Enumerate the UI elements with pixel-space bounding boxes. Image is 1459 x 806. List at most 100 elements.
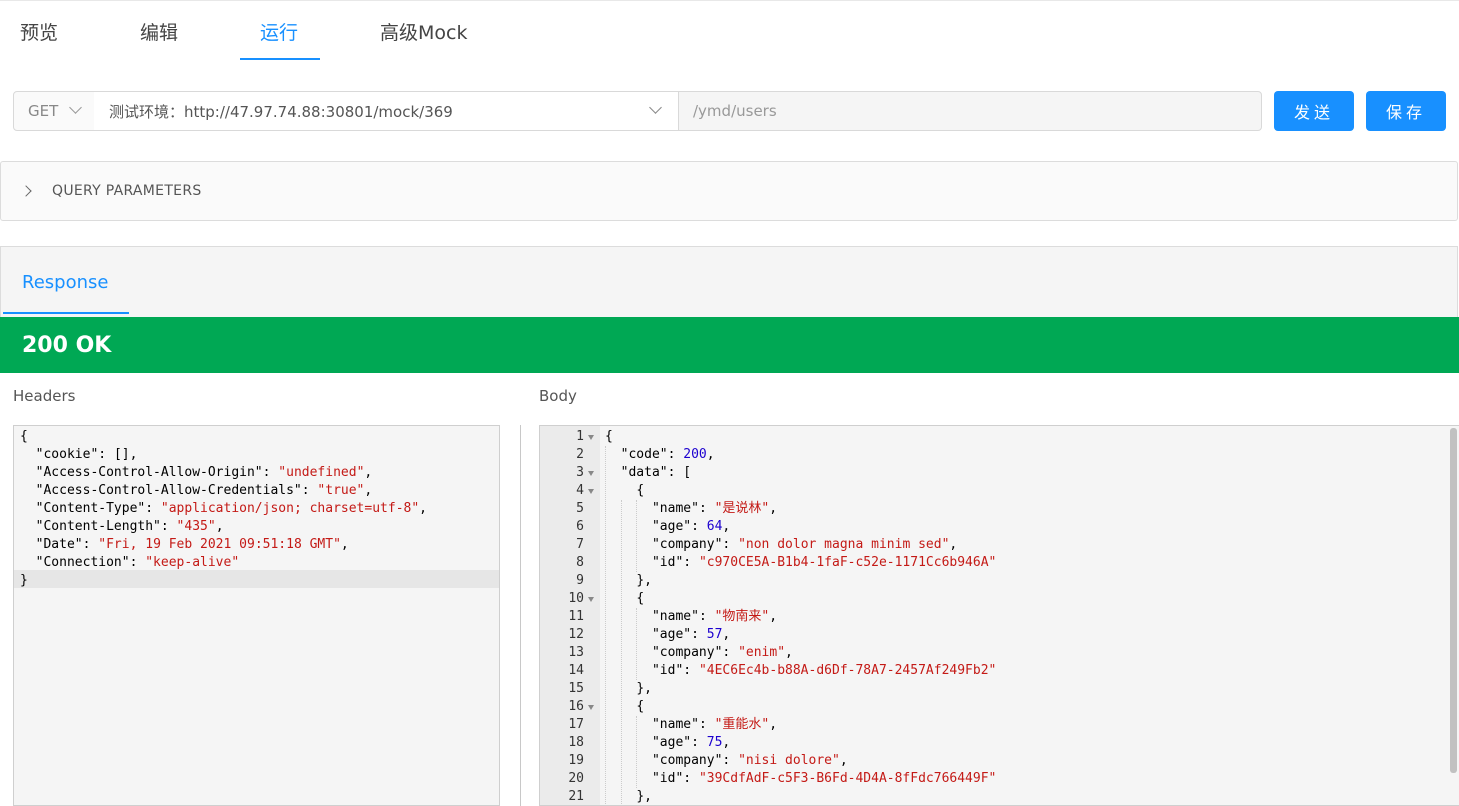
- code-line: "id": "39CdfAdF-c5F3-B6Fd-4D4A-8fFdc7664…: [651, 771, 997, 786]
- code-line: "data": [: [620, 465, 692, 480]
- json-value: "non dolor magna minim sed": [738, 537, 950, 552]
- code-line: "Content-Length": "435",: [35, 519, 224, 534]
- line-number: 19: [568, 753, 584, 768]
- save-button[interactable]: 保存: [1366, 91, 1446, 131]
- fold-arrow-icon[interactable]: [588, 705, 594, 710]
- json-key: "name": [651, 717, 699, 732]
- code-punct: ,: [419, 501, 427, 516]
- json-key: "Date": [35, 537, 83, 552]
- code-line: "id": "c970CE5A-B1b4-1faF-c52e-1171Cc6b9…: [651, 555, 997, 570]
- code-line: {: [605, 698, 996, 716]
- environment-select[interactable]: 测试环境：http://47.97.74.88:30801/mock/369: [94, 91, 679, 131]
- json-key: "Content-Type": [35, 501, 146, 516]
- json-key: "age": [651, 735, 692, 750]
- response-tab-indicator: [3, 312, 129, 314]
- line-number: 17: [568, 717, 584, 732]
- json-value: "keep-alive": [145, 555, 240, 570]
- line-number: 21: [568, 789, 584, 804]
- json-value: "39CdfAdF-c5F3-B6Fd-4D4A-8fFdc766449F": [698, 771, 997, 786]
- json-key: "age": [651, 627, 692, 642]
- body-code: { "code": 200, "data": [ { "name": "是说林"…: [605, 428, 997, 805]
- json-value: "是说林": [714, 501, 770, 516]
- line-number: 6: [576, 519, 584, 534]
- code-punct: },: [636, 789, 652, 804]
- code-line: },: [605, 572, 996, 590]
- line-number: 13: [568, 645, 584, 660]
- code-line: "company": "non dolor magna minim sed",: [651, 537, 958, 552]
- vertical-scrollbar[interactable]: [1450, 428, 1457, 773]
- line-number: 18: [568, 735, 584, 750]
- json-value: "物南来": [714, 609, 770, 624]
- line-number: 9: [576, 573, 584, 588]
- json-value: []: [113, 447, 130, 462]
- path-input[interactable]: /ymd/users: [678, 91, 1262, 131]
- code-punct: {: [20, 429, 28, 444]
- code-line: "id": "4EC6Ec4b-b88A-d6Df-78A7-2457Af249…: [651, 663, 997, 678]
- json-key: "name": [651, 501, 699, 516]
- line-number: 15: [568, 681, 584, 696]
- json-value: [: [683, 465, 692, 480]
- line-number: 10: [568, 591, 584, 606]
- tab-run[interactable]: 运行: [260, 18, 298, 60]
- json-value: "nisi dolore": [738, 753, 840, 768]
- json-value: 57: [706, 627, 723, 642]
- code-punct: ,: [364, 483, 373, 498]
- code-punct: ,: [215, 519, 224, 534]
- json-key: "Access-Control-Allow-Origin": [35, 465, 263, 480]
- code-punct: ,: [785, 645, 793, 660]
- tab-edit[interactable]: 编辑: [140, 18, 178, 60]
- json-value: "4EC6Ec4b-b88A-d6Df-78A7-2457Af249Fb2": [698, 663, 997, 678]
- code-punct: ,: [364, 465, 373, 480]
- line-number: 4: [576, 483, 584, 498]
- json-key: "Access-Control-Allow-Credentials": [35, 483, 302, 498]
- json-value: 64: [706, 519, 723, 534]
- code-punct: ,: [949, 537, 958, 552]
- code-line: "Access-Control-Allow-Origin": "undefine…: [35, 465, 373, 480]
- json-value: "c970CE5A-B1b4-1faF-c52e-1171Cc6b946A": [698, 555, 997, 570]
- code-punct: ,: [769, 717, 778, 732]
- tab-preview[interactable]: 预览: [20, 18, 58, 60]
- code-punct: },: [636, 573, 652, 588]
- chevron-right-icon: [20, 185, 32, 197]
- json-value: "enim": [738, 645, 786, 660]
- fold-arrow-icon[interactable]: [588, 489, 594, 494]
- json-key: "Connection": [35, 555, 130, 570]
- code-line: "code": 200,: [620, 447, 715, 462]
- headers-editor[interactable]: { "cookie": [], "Access-Control-Allow-Or…: [13, 425, 500, 806]
- code-line: "Access-Control-Allow-Credentials": "tru…: [35, 483, 373, 498]
- body-editor[interactable]: 1 2 3 4 5 6 7 8 9 10 11 12 13 14 15 16 17 18 19 20 21 { "cod…: [539, 425, 1459, 806]
- code-line: "Date": "Fri, 19 Feb 2021 09:51:18 GMT",: [35, 537, 349, 552]
- json-key: "code": [620, 447, 668, 462]
- active-tab-indicator: [240, 58, 320, 60]
- code-line: "age": 64,: [651, 519, 731, 534]
- fold-arrow-icon[interactable]: [588, 597, 594, 602]
- code-line: "name": "是说林",: [651, 501, 778, 516]
- code-punct: ,: [129, 447, 138, 462]
- code-punct: ,: [722, 735, 731, 750]
- chevron-down-icon: [69, 101, 82, 114]
- json-key: "id": [651, 555, 684, 570]
- mode-tabs: 预览 编辑 运行 高级Mock: [0, 0, 1459, 62]
- line-number: 7: [576, 537, 584, 552]
- send-button[interactable]: 发送: [1274, 91, 1354, 131]
- json-value: "true": [317, 483, 365, 498]
- fold-arrow-icon[interactable]: [588, 435, 594, 440]
- code-punct: {: [636, 699, 645, 714]
- line-number: 12: [568, 627, 584, 642]
- code-punct: ,: [839, 753, 848, 768]
- code-line: "age": 57,: [651, 627, 731, 642]
- response-tab-bar: [0, 246, 1458, 317]
- fold-arrow-icon[interactable]: [588, 471, 594, 476]
- code-line: "name": "重能水",: [651, 717, 778, 732]
- json-key: "Content-Length": [35, 519, 161, 534]
- tab-response[interactable]: Response: [22, 272, 108, 293]
- line-number: 2: [576, 447, 584, 462]
- environment-value: 测试环境：http://47.97.74.88:30801/mock/369: [109, 102, 453, 121]
- json-key: "company": [651, 753, 723, 768]
- tab-advanced-mock[interactable]: 高级Mock: [380, 18, 467, 60]
- pane-divider[interactable]: [520, 425, 521, 806]
- json-value: "undefined": [278, 465, 365, 480]
- query-parameters-panel[interactable]: QUERY PARAMETERS: [0, 161, 1458, 221]
- code-punct: {: [636, 483, 645, 498]
- method-select[interactable]: GET: [13, 91, 95, 131]
